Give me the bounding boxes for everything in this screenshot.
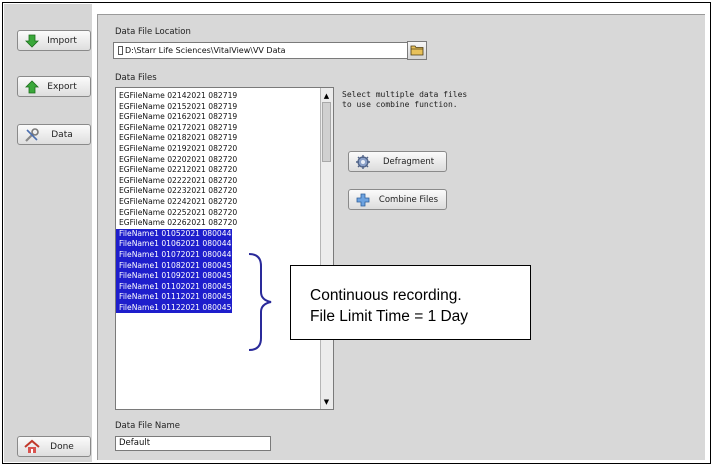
scroll-thumb[interactable] [322, 102, 331, 162]
folder-icon [410, 41, 424, 60]
filename-caption: Data File Name [115, 421, 180, 431]
data-button[interactable]: Data [17, 124, 91, 145]
home-icon [24, 439, 40, 455]
data-files-list[interactable]: EGFileName 02142021 082719 EGFileName 021… [115, 87, 334, 410]
file-list-item[interactable]: EGFileName 02252021 082720 [116, 208, 237, 219]
plus-icon [355, 192, 371, 208]
arrow-up-icon [24, 79, 40, 95]
file-list-item[interactable]: EGFileName 02202021 082720 [116, 155, 237, 166]
location-path: D:\Starr Life Sciences\VitalView\VV Data [125, 46, 286, 55]
data-file-name-value: Default [119, 438, 151, 448]
file-list-item[interactable]: FileName1 01122021 080045 [116, 302, 232, 314]
combine-hint: Select multiple data files to use combin… [342, 90, 468, 109]
path-prefix-icon [118, 46, 123, 55]
data-label: Data [51, 129, 73, 140]
export-button[interactable]: Export [17, 76, 91, 97]
file-list-item[interactable]: EGFileName 02232021 082720 [116, 186, 237, 197]
file-list-item[interactable]: FileName1 01102021 080045 [116, 281, 232, 293]
file-list-item[interactable]: EGFileName 02172021 082719 [116, 123, 237, 134]
annotation-brace [248, 253, 272, 351]
files-caption: Data Files [115, 73, 157, 83]
file-list-item[interactable]: EGFileName 02152021 082719 [116, 102, 237, 113]
file-list-item[interactable]: FileName1 01082021 080045 [116, 260, 232, 272]
arrow-down-icon [24, 33, 40, 49]
browse-folder-button[interactable] [407, 41, 427, 60]
file-list-item[interactable]: EGFileName 02142021 082719 [116, 91, 237, 102]
file-list-item[interactable]: FileName1 01092021 080045 [116, 271, 232, 282]
defragment-button[interactable]: Defragment [348, 151, 447, 172]
location-caption: Data File Location [115, 27, 191, 37]
scroll-down-icon[interactable]: ▼ [321, 396, 332, 407]
file-list-item[interactable]: EGFileName 02222021 082720 [116, 176, 237, 187]
file-list-item[interactable]: EGFileName 02182021 082719 [116, 133, 237, 144]
import-label: Import [47, 35, 77, 46]
annotation-callout: Continuous recording. File Limit Time = … [290, 265, 531, 340]
annotation-line-2: File Limit Time = 1 Day [310, 308, 469, 325]
tools-icon [24, 127, 40, 143]
done-label: Done [50, 441, 74, 452]
file-list-item[interactable]: EGFileName 02192021 082720 [116, 144, 237, 155]
location-field[interactable]: D:\Starr Life Sciences\VitalView\VV Data [113, 42, 410, 59]
export-label: Export [47, 81, 77, 92]
combine-files-button[interactable]: Combine Files [348, 189, 447, 210]
combine-files-label: Combine Files [378, 194, 439, 205]
defragment-label: Defragment [382, 156, 435, 167]
sidebar [4, 4, 92, 462]
import-button[interactable]: Import [17, 30, 91, 51]
file-list-item[interactable]: EGFileName 02212021 082720 [116, 165, 237, 176]
scroll-up-icon[interactable]: ▲ [321, 90, 332, 101]
done-button[interactable]: Done [17, 436, 91, 457]
gear-icon [355, 154, 371, 170]
file-list-item[interactable]: EGFileName 02262021 082720 [116, 218, 237, 229]
file-list-item[interactable]: EGFileName 02242021 082720 [116, 197, 237, 208]
file-list-item[interactable]: FileName1 01062021 080044 [116, 239, 232, 250]
annotation-line-1: Continuous recording. [310, 287, 462, 304]
file-list-item[interactable]: EGFileName 02162021 082719 [116, 112, 237, 123]
files-scrollbar[interactable]: ▲ ▼ [320, 88, 333, 409]
file-list-item[interactable]: FileName1 01072021 080044 [116, 249, 232, 261]
file-list-item[interactable]: FileName1 01112021 080045 [116, 292, 232, 303]
file-list-item[interactable]: FileName1 01052021 080044 [116, 228, 232, 240]
data-file-name-input[interactable]: Default [115, 436, 271, 451]
